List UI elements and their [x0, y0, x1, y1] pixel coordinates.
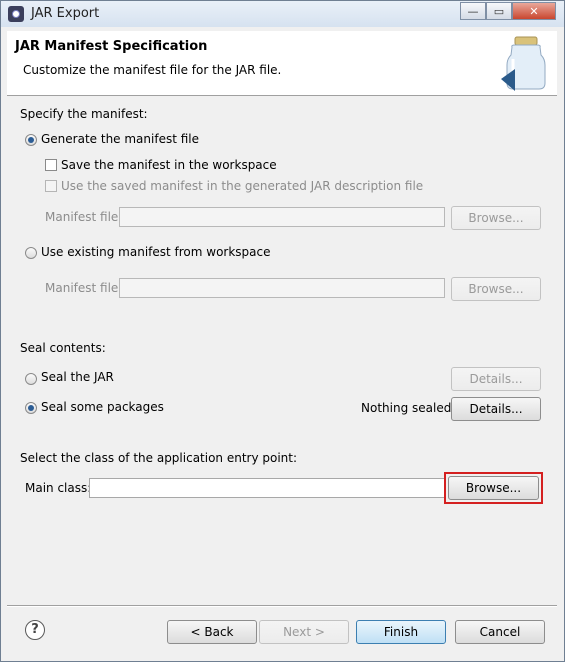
existing-manifest-file-label: Manifest file: — [45, 281, 123, 295]
manifest-file-input[interactable] — [119, 207, 445, 227]
existing-manifest-file-input[interactable] — [119, 278, 445, 298]
next-button[interactable]: Next > — [259, 620, 349, 644]
entry-point-section-label: Select the class of the application entr… — [20, 451, 298, 465]
back-button[interactable]: < Back — [167, 620, 257, 644]
close-button[interactable]: ✕ — [512, 2, 556, 20]
maximize-button[interactable]: ▭ — [486, 2, 512, 20]
seal-section-label: Seal contents: — [20, 341, 106, 355]
window-controls: — ▭ ✕ — [460, 2, 556, 20]
manifest-file-label: Manifest file: — [45, 210, 123, 224]
seal-some-packages-label[interactable]: Seal some packages — [41, 400, 164, 414]
save-manifest-label[interactable]: Save the manifest in the workspace — [61, 158, 277, 172]
use-saved-manifest-label: Use the saved manifest in the generated … — [61, 179, 424, 193]
existing-manifest-browse-button[interactable]: Browse... — [451, 277, 541, 301]
seal-jar-radio[interactable] — [25, 373, 37, 385]
save-manifest-checkbox[interactable] — [45, 159, 57, 171]
window-title: JAR Export — [31, 6, 100, 21]
jar-icon — [501, 36, 546, 91]
page-description: Customize the manifest file for the JAR … — [23, 63, 282, 77]
use-saved-manifest-checkbox[interactable] — [45, 180, 57, 192]
main-class-label: Main class: — [25, 481, 92, 495]
finish-button[interactable]: Finish — [356, 620, 446, 644]
page-title: JAR Manifest Specification — [15, 39, 208, 54]
eclipse-icon — [8, 6, 24, 22]
seal-some-details-button[interactable]: Details... — [451, 397, 541, 421]
use-existing-manifest-radio[interactable] — [25, 247, 37, 259]
wizard-header: JAR Manifest Specification Customize the… — [7, 31, 557, 96]
seal-jar-details-button[interactable]: Details... — [451, 367, 541, 391]
highlight-box — [444, 472, 543, 504]
footer-separator — [7, 605, 557, 607]
jar-export-dialog: JAR Export — ▭ ✕ JAR Manifest Specificat… — [0, 0, 565, 662]
title-bar: JAR Export — ▭ ✕ — [1, 1, 564, 27]
generate-manifest-label[interactable]: Generate the manifest file — [41, 132, 199, 146]
cancel-button[interactable]: Cancel — [455, 620, 545, 644]
main-class-input[interactable] — [89, 478, 445, 498]
seal-status-text: Nothing sealed — [361, 401, 452, 415]
manifest-browse-button[interactable]: Browse... — [451, 206, 541, 230]
seal-some-packages-radio[interactable] — [25, 402, 37, 414]
use-existing-manifest-label[interactable]: Use existing manifest from workspace — [41, 245, 271, 259]
help-icon[interactable]: ? — [25, 620, 45, 640]
seal-jar-label[interactable]: Seal the JAR — [41, 370, 114, 384]
minimize-button[interactable]: — — [460, 2, 486, 20]
generate-manifest-radio[interactable] — [25, 134, 37, 146]
manifest-section-label: Specify the manifest: — [20, 107, 148, 121]
